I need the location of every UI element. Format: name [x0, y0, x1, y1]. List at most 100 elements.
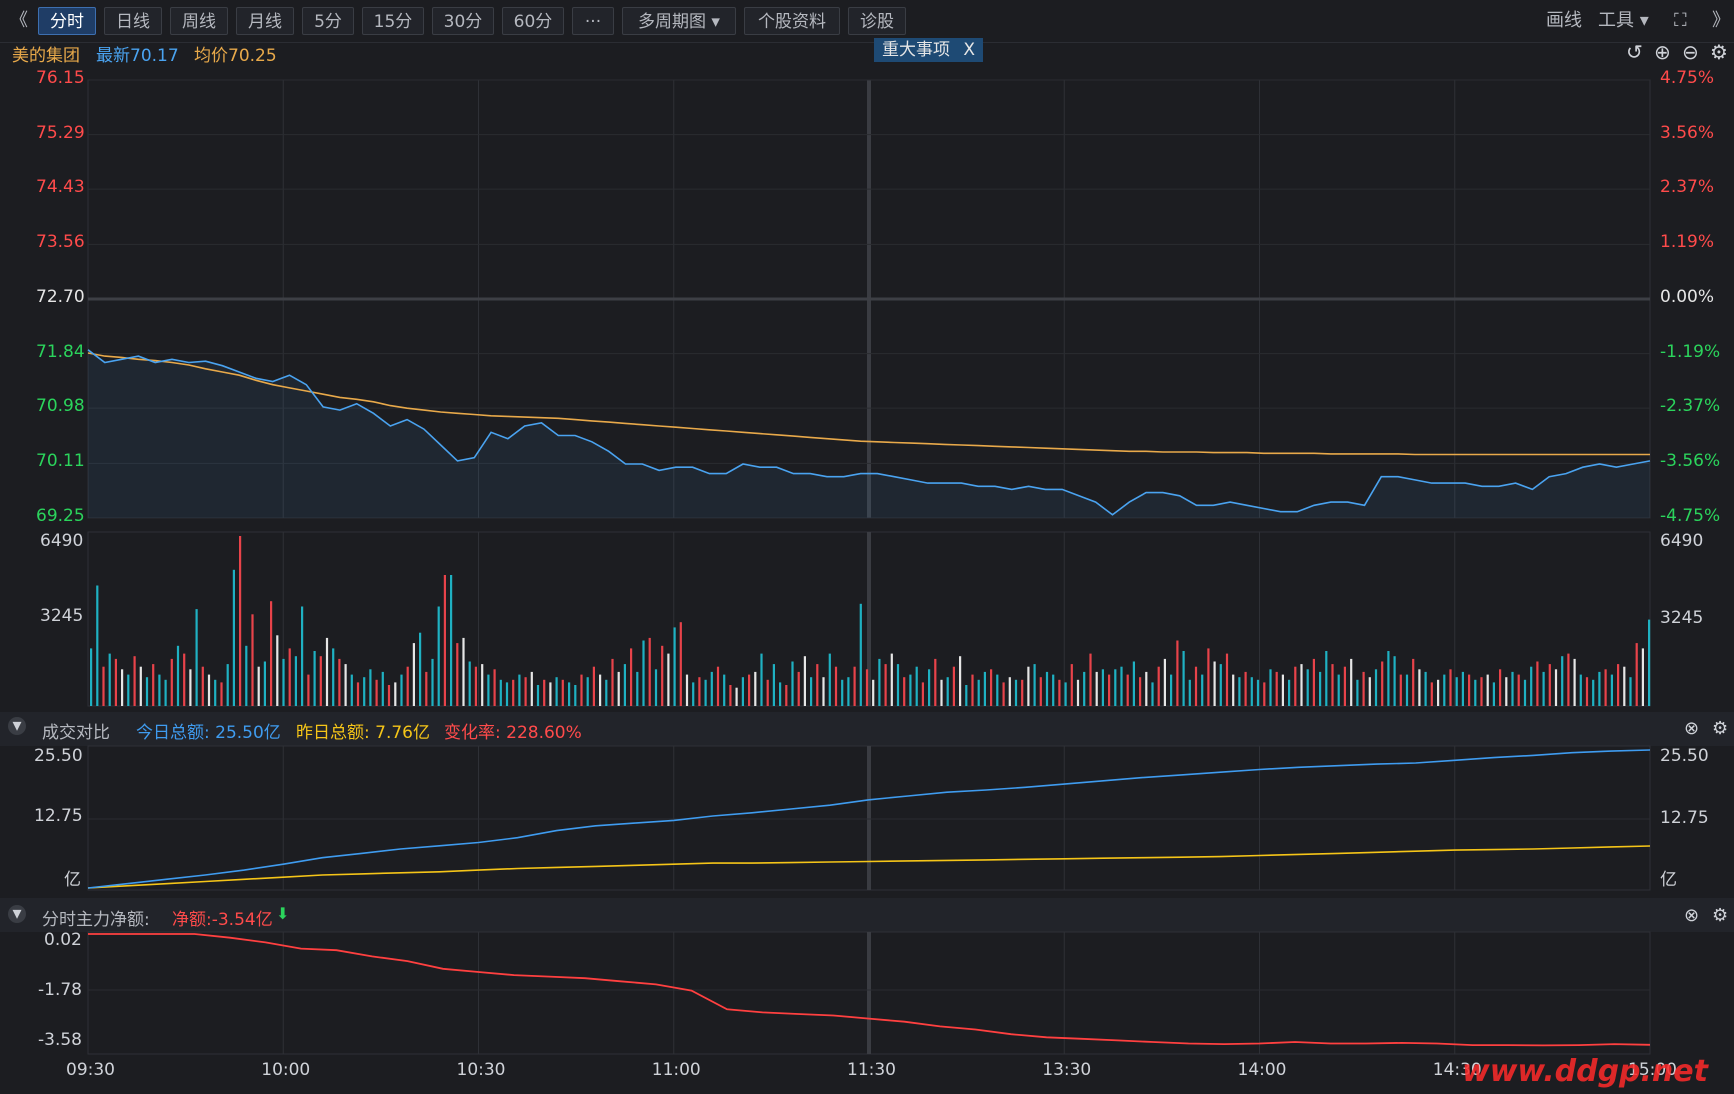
volume-bar — [1294, 666, 1297, 706]
volume-bar — [183, 653, 186, 706]
volume-bar — [90, 648, 93, 706]
volume-bar — [748, 674, 751, 706]
volume-bar — [1598, 671, 1601, 706]
volume-bar — [294, 656, 297, 706]
volume-bar — [1095, 671, 1098, 706]
collapse-turnover-icon[interactable]: ▾ — [8, 717, 26, 735]
volume-bar — [1449, 669, 1452, 706]
volume-bar — [468, 661, 471, 706]
volume-bar — [841, 679, 844, 706]
volume-bar — [1170, 674, 1173, 706]
volume-bar — [263, 661, 266, 706]
volume-bar — [313, 651, 316, 706]
volume-bar — [499, 679, 502, 706]
volume-bar — [1325, 651, 1328, 706]
volume-bar — [1101, 669, 1104, 706]
close-flow-icon[interactable]: ⊗ — [1684, 905, 1699, 926]
volume-bar — [605, 679, 608, 706]
price-axis-label: 69.25 — [36, 506, 85, 526]
volume-bar — [1263, 682, 1266, 706]
volume-bar — [679, 622, 682, 706]
volume-bar — [1014, 679, 1018, 706]
volume-bar — [946, 677, 949, 706]
percent-axis-label: -2.37% — [1660, 396, 1721, 417]
volume-bar — [1499, 669, 1502, 706]
undo-icon[interactable]: ↺ — [1626, 40, 1643, 64]
time-axis-label: 11:00 — [651, 1060, 701, 1080]
volume-bar — [369, 669, 372, 706]
volume-bar — [1225, 653, 1229, 706]
price-axis-label: 73.56 — [36, 232, 85, 253]
volume-bar — [1182, 651, 1185, 706]
volume-bar — [611, 658, 614, 706]
volume-bar — [816, 664, 819, 706]
percent-axis-label: 1.19% — [1660, 232, 1715, 253]
volume-bar — [1021, 679, 1024, 706]
volume-bar — [1064, 682, 1067, 706]
turnover-axis-right-unit: 亿 — [1660, 870, 1677, 890]
volume-bar — [928, 669, 931, 706]
volume-bar — [1542, 671, 1545, 706]
volume-bar — [1530, 666, 1533, 706]
volume-bar — [1548, 664, 1551, 706]
volume-bar — [518, 674, 521, 706]
volume-bar — [387, 685, 391, 706]
volume-bar — [599, 674, 602, 706]
volume-bar — [1201, 674, 1204, 706]
volume-bar — [779, 682, 782, 706]
volume-bar — [1139, 677, 1142, 706]
volume-bar — [915, 666, 918, 706]
volume-bar — [1635, 643, 1638, 706]
price-axis-label: 76.15 — [36, 68, 85, 88]
percent-axis-label: 2.37% — [1660, 177, 1715, 198]
price-axis-label: 74.43 — [36, 177, 85, 198]
collapse-flow-icon[interactable]: ▾ — [8, 905, 26, 923]
volume-bar — [189, 669, 192, 706]
volume-bar — [1610, 674, 1613, 706]
volume-bar — [176, 645, 180, 706]
volume-bar — [239, 536, 242, 706]
volume-bar — [356, 682, 360, 706]
volume-bar — [940, 679, 943, 706]
volume-bar — [623, 664, 626, 706]
volume-bar — [1207, 648, 1210, 706]
percent-axis-label: -4.75% — [1660, 506, 1721, 526]
close-turnover-icon[interactable]: ⊗ — [1684, 718, 1699, 739]
volume-bar — [983, 671, 986, 706]
gear-icon[interactable]: ⚙ — [1710, 40, 1728, 64]
volume-bar — [1256, 679, 1260, 706]
volume-bar — [443, 575, 446, 706]
volume-bar — [1070, 664, 1073, 706]
volume-bar — [462, 637, 465, 706]
turnover-axis-left-mid: 12.75 — [34, 806, 83, 826]
zoom-in-icon[interactable]: ⊕ — [1654, 40, 1671, 64]
turnover-axis-left-unit: 亿 — [64, 870, 81, 890]
volume-bar — [1331, 664, 1334, 706]
turnover-settings-icon[interactable]: ⚙ — [1712, 718, 1728, 739]
volume-bar — [1219, 664, 1222, 706]
zoom-out-icon[interactable]: ⊖ — [1682, 40, 1699, 64]
volume-bar — [1083, 671, 1086, 706]
volume-bar — [288, 648, 291, 706]
volume-bar — [450, 575, 453, 706]
volume-bar — [1132, 661, 1135, 706]
volume-bar — [909, 674, 912, 706]
volume-bar — [822, 677, 825, 706]
volume-bar — [164, 679, 167, 706]
volume-bar — [350, 674, 353, 706]
volume-bar — [617, 671, 620, 706]
volume-bar — [1288, 679, 1291, 706]
volume-bar — [282, 658, 285, 706]
volume-bar — [834, 666, 838, 706]
volume-bar — [642, 640, 645, 706]
volume-bar — [226, 664, 229, 706]
volume-bar — [1455, 677, 1458, 706]
volume-bar — [648, 637, 651, 706]
flow-settings-icon[interactable]: ⚙ — [1712, 905, 1728, 926]
volume-bar — [325, 637, 329, 706]
volume-bar — [195, 609, 198, 706]
volume-bar — [1617, 664, 1620, 706]
volume-bar — [1319, 671, 1322, 706]
volume-bar — [1163, 658, 1166, 706]
volume-bar — [1437, 679, 1440, 706]
